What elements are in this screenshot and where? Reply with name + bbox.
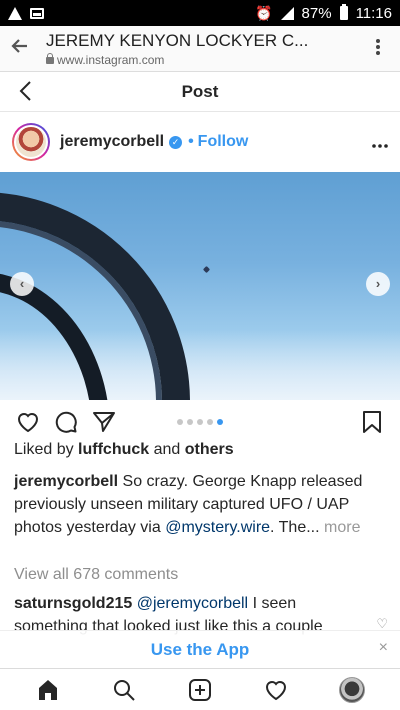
caption-more-link[interactable]: more [324,519,360,536]
post-caption: jeremycorbell So crazy. George Knapp rel… [14,470,386,539]
bookmark-icon[interactable] [358,408,386,436]
liked-by-user[interactable]: luffchuck [78,441,149,458]
url-block[interactable]: JEREMY KENYON LOCKYER C... www.instagram… [40,31,366,67]
carousel-next-button[interactable]: › [366,272,390,296]
activity-heart-icon[interactable] [256,672,296,708]
heart-icon[interactable] [14,408,42,436]
comment-mention[interactable]: @jeremycorbell [137,595,248,612]
carousel-dot [187,419,193,425]
clock: 11:16 [355,4,392,22]
battery-icon [339,4,348,20]
plus-square-icon[interactable] [180,672,220,708]
profile-avatar[interactable] [332,672,372,708]
carousel-dot [217,419,223,425]
post-image[interactable]: ‹ › [0,172,400,400]
verified-badge-icon: ✓ [169,135,183,149]
liked-by-and: and [153,441,181,458]
alarm-icon: ⏰ [255,4,273,21]
search-icon[interactable] [104,672,144,708]
likes-line: Liked by luffchuck and others [14,441,234,459]
liked-by-others[interactable]: others [185,441,234,458]
ufo-object [202,265,211,274]
url-text: www.instagram.com [57,52,165,67]
more-options-icon[interactable] [372,132,388,153]
close-icon[interactable]: × [379,639,388,657]
browser-menu-icon[interactable] [366,37,390,61]
page-title: JEREMY KENYON LOCKYER C... [46,30,309,50]
carousel-dot [197,419,203,425]
separator: • [188,133,194,150]
caption-mention[interactable]: @mystery.wire [165,519,270,536]
author-avatar[interactable] [12,123,50,161]
signal-icon [280,6,294,20]
author-username[interactable]: jeremycorbell [60,133,164,151]
use-app-button[interactable]: Use the App [151,640,250,660]
liked-by-prefix: Liked by [14,441,74,458]
use-app-banner: Use the App × [0,630,400,668]
comment-username[interactable]: saturnsgold215 [14,595,132,612]
caption-ellipsis: . The... [270,519,320,536]
warning-icon [8,6,22,20]
image-notification-icon [30,7,44,19]
bottom-nav [0,668,400,710]
back-arrow-icon[interactable] [10,36,40,62]
url-line: www.instagram.com [46,53,366,67]
status-bar: ⏰ 87% 11:16 [0,0,400,26]
header-title: Post [181,81,219,101]
view-all-comments-link[interactable]: View all 678 comments [14,566,178,584]
carousel-prev-button[interactable]: ‹ [10,272,34,296]
browser-toolbar: JEREMY KENYON LOCKYER C... www.instagram… [0,26,400,72]
battery-percent: 87% [301,4,332,22]
comment-icon[interactable] [52,408,80,436]
lock-icon [46,53,54,64]
post-author-row: jeremycorbell ✓ • Follow [0,118,400,166]
home-icon[interactable] [28,672,68,708]
post-header: Post [0,72,400,112]
chevron-left-icon[interactable] [18,80,32,108]
post-actions [0,402,400,442]
carousel-dot [177,419,183,425]
caption-username[interactable]: jeremycorbell [14,473,118,490]
follow-button[interactable]: Follow [198,133,249,151]
carousel-dot [207,419,213,425]
send-icon[interactable] [90,408,118,436]
